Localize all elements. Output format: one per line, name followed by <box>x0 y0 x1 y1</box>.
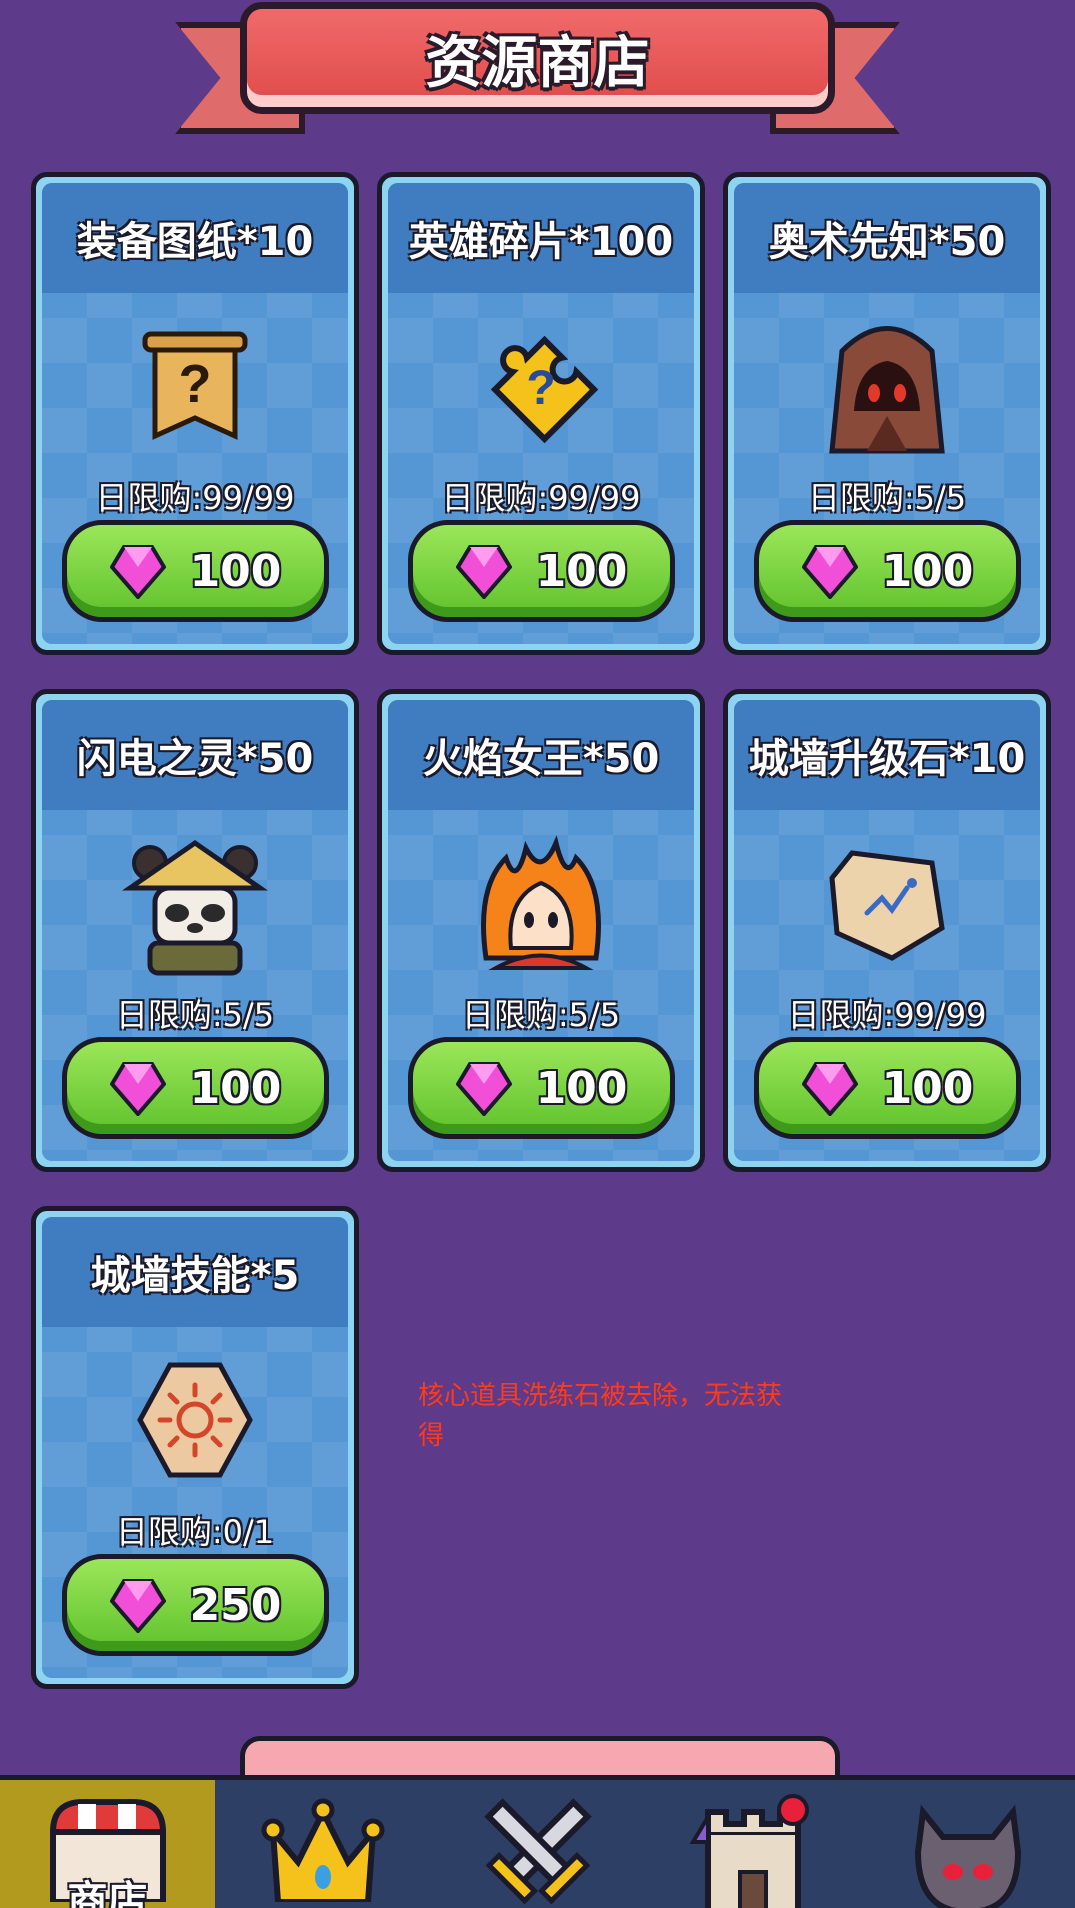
item-title: 奥术先知*50 <box>768 219 1006 265</box>
bottom-nav: 商店 <box>0 1775 1075 1908</box>
header-banner: 资源商店 <box>240 2 835 114</box>
nav-item-crown[interactable] <box>215 1780 430 1908</box>
sun-hex-icon <box>120 1345 270 1495</box>
pink-gem-icon <box>455 545 512 599</box>
price-label: 100 <box>535 1062 628 1114</box>
shop-card: 火焰女王*50 日限购:5/5 100 <box>377 689 705 1172</box>
price-label: 100 <box>881 545 974 597</box>
fire-queen-icon <box>466 828 616 978</box>
buy-button[interactable]: 100 <box>754 520 1021 622</box>
castle-icon <box>688 1794 809 1908</box>
price-label: 100 <box>881 1062 974 1114</box>
buy-button[interactable]: 100 <box>754 1037 1021 1139</box>
item-title: 英雄碎片*100 <box>408 219 674 265</box>
annotation-note: 核心道具洗练石被去除，无法获得 <box>418 1381 783 1451</box>
pink-gem-icon <box>109 545 166 599</box>
pink-gem-icon <box>109 1062 166 1116</box>
shop-card: 英雄碎片*100 ? 日限购:99/99 100 <box>377 172 705 655</box>
item-title: 闪电之灵*50 <box>76 736 314 782</box>
shop-card: 城墙升级石*10 日限购:99/99 100 <box>723 689 1051 1172</box>
daily-limit: 日限购:99/99 <box>95 479 295 517</box>
panda-hero-icon <box>120 828 270 978</box>
price-label: 100 <box>535 545 628 597</box>
price-label: 100 <box>189 545 282 597</box>
pink-gem-icon <box>455 1062 512 1116</box>
shop-card: 装备图纸*10 ? 日限购:99/99 100 <box>31 172 359 655</box>
daily-limit: 日限购:99/99 <box>441 479 641 517</box>
page-title: 资源商店 <box>425 30 650 96</box>
scroll-icon: ? <box>120 311 270 461</box>
crown-icon <box>261 1798 384 1902</box>
shop-card: 奥术先知*50 日限购:5/5 100 <box>723 172 1051 655</box>
daily-limit: 日限购:0/1 <box>115 1513 275 1551</box>
daily-limit: 日限购:5/5 <box>807 479 967 517</box>
svg-text:?: ? <box>526 362 555 415</box>
buy-button[interactable]: 100 <box>408 1037 675 1139</box>
hooded-mage-icon <box>812 311 962 461</box>
price-label: 250 <box>189 1579 282 1631</box>
rune-stone-icon <box>812 828 962 978</box>
nav-label: 商店 <box>67 1878 148 1908</box>
price-label: 100 <box>189 1062 282 1114</box>
item-title: 火焰女王*50 <box>422 736 660 782</box>
nav-item-battle[interactable] <box>430 1780 645 1908</box>
puzzle-icon: ? <box>466 311 616 461</box>
header-ribbon: 资源商店 <box>175 0 900 140</box>
crossed-swords-icon <box>483 1798 592 1905</box>
nav-item-shop[interactable]: 商店 <box>0 1780 215 1908</box>
monster-icon <box>914 1804 1021 1908</box>
pink-gem-icon <box>801 545 858 599</box>
pink-gem-icon <box>801 1062 858 1116</box>
shop-card: 城墙技能*5 日限购:0/1 250 <box>31 1206 359 1689</box>
nav-item-castle[interactable] <box>645 1780 860 1908</box>
buy-button[interactable]: 100 <box>62 520 329 622</box>
buy-button[interactable]: 100 <box>62 1037 329 1139</box>
pink-gem-icon <box>109 1579 166 1633</box>
item-title: 城墙技能*5 <box>90 1253 300 1299</box>
buy-button[interactable]: 250 <box>62 1554 329 1656</box>
svg-text:?: ? <box>179 354 212 414</box>
item-title: 城墙升级石*10 <box>748 736 1026 782</box>
shop-card: 闪电之灵*50 日限购:5/5 100 <box>31 689 359 1172</box>
daily-limit: 日限购:5/5 <box>461 996 621 1034</box>
daily-limit: 日限购:99/99 <box>787 996 987 1034</box>
item-title: 装备图纸*10 <box>76 219 314 265</box>
buy-button[interactable]: 100 <box>408 520 675 622</box>
nav-item-monster[interactable] <box>860 1780 1075 1908</box>
daily-limit: 日限购:5/5 <box>115 996 275 1034</box>
